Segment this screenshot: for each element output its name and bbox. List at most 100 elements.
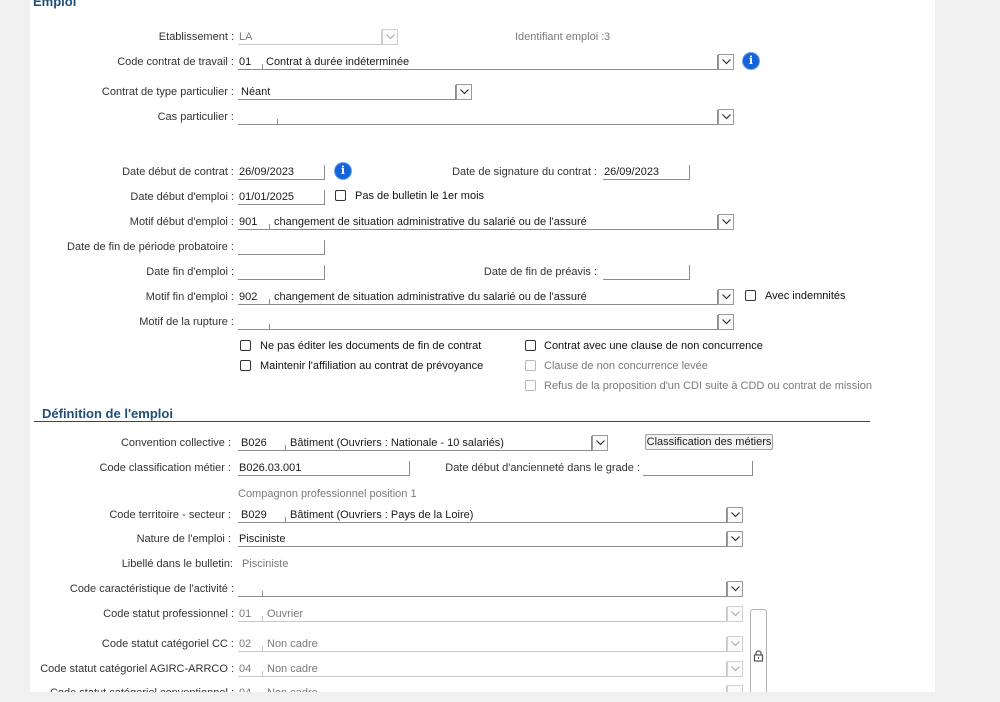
identifiant-emploi-label: Identifiant emploi : — [515, 31, 605, 43]
convention-field[interactable]: B026 Bâtiment (Ouvriers : Nationale - 10… — [238, 436, 592, 451]
chevron-down-icon — [722, 319, 731, 325]
chevron-down-icon — [731, 536, 740, 542]
pas-bulletin-checkbox[interactable] — [335, 190, 346, 201]
motif-debut-label: Motif début d'emploi : — [129, 216, 234, 228]
etablissement-dropdown[interactable] — [382, 29, 398, 45]
clause-non-concurrence-checkbox[interactable] — [525, 340, 536, 351]
motif-fin-label: Motif fin d'emploi : — [145, 291, 234, 303]
motif-debut-field[interactable]: 901 changement de situation administrati… — [238, 215, 718, 230]
libelle-value: Pisciniste — [242, 558, 289, 570]
ne-pas-editer-checkbox[interactable] — [240, 340, 251, 351]
pas-bulletin-label: Pas de bulletin le 1er mois — [355, 190, 485, 202]
ne-pas-editer-label: Ne pas éditer les documents de fin de co… — [260, 340, 482, 352]
code-activite-field[interactable] — [238, 582, 727, 597]
date-anciennete-label: Date début d'ancienneté dans le grade : — [445, 462, 640, 474]
date-fin-emploi-field[interactable] — [238, 265, 325, 280]
contrat-type-field[interactable]: Néant — [238, 85, 456, 100]
lock-icon — [753, 650, 764, 662]
code-activite-label: Code caractéristique de l'activité : — [69, 583, 234, 595]
lock-toggle[interactable] — [750, 609, 767, 699]
motif-fin-dropdown[interactable] — [718, 289, 734, 305]
cas-particulier-field[interactable] — [238, 110, 718, 125]
statut-cc-field[interactable]: 02 Non cadre — [238, 637, 727, 652]
territoire-dropdown[interactable] — [727, 507, 743, 523]
motif-debut-dropdown[interactable] — [718, 214, 734, 230]
identifiant-emploi-value: 3 — [604, 31, 611, 43]
statut-agirc-dropdown[interactable] — [727, 661, 743, 677]
clause-levee-checkbox[interactable] — [525, 360, 536, 371]
code-classification-label: Code classification métier : — [99, 462, 231, 474]
cas-particulier-dropdown[interactable] — [718, 109, 734, 125]
motif-rupture-field[interactable] — [238, 315, 718, 330]
convention-dropdown[interactable] — [592, 435, 608, 451]
statut-pro-label: Code statut professionnel : — [103, 608, 234, 620]
date-fin-probatoire-label: Date de fin de période probatoire : — [67, 241, 234, 253]
classification-metiers-button[interactable]: Classification des métiers — [645, 434, 773, 450]
contrat-type-dropdown[interactable] — [456, 84, 472, 100]
date-fin-emploi-label: Date fin d'emploi : — [146, 266, 234, 278]
convention-label: Convention collective : — [120, 437, 231, 449]
section-divider — [34, 421, 870, 422]
chevron-down-icon — [722, 219, 731, 225]
maintenir-affiliation-label: Maintenir l'affiliation au contrat de pr… — [260, 360, 484, 372]
statut-pro-dropdown[interactable] — [727, 606, 743, 622]
section-title-definition: Définition de l'emploi — [42, 406, 173, 421]
contrat-type-label: Contrat de type particulier : — [101, 86, 234, 98]
nature-emploi-dropdown[interactable] — [727, 531, 743, 547]
clause-levee-label: Clause de non concurrence levée — [544, 360, 708, 372]
date-fin-probatoire-field[interactable] — [238, 240, 325, 255]
bottom-strip — [0, 692, 1000, 702]
date-debut-emploi-label: Date début d'emploi : — [130, 191, 234, 203]
avec-indemnites-label: Avec indemnités — [765, 290, 846, 302]
info-icon[interactable]: i — [743, 53, 759, 69]
classification-description: Compagnon professionnel position 1 — [238, 488, 417, 500]
territoire-field[interactable]: B029 Bâtiment (Ouvriers : Pays de la Loi… — [238, 508, 727, 523]
chevron-down-icon — [722, 294, 731, 300]
code-activite-dropdown[interactable] — [727, 581, 743, 597]
code-contrat-label: Code contrat de travail : — [117, 56, 234, 68]
code-contrat-dropdown[interactable] — [718, 54, 734, 70]
date-anciennete-field[interactable] — [643, 461, 753, 476]
chevron-down-icon — [596, 440, 605, 446]
chevron-down-icon — [731, 512, 740, 518]
date-fin-preavis-field[interactable] — [603, 265, 690, 280]
date-signature-label: Date de signature du contrat : — [452, 166, 597, 178]
nature-emploi-label: Nature de l'emploi : — [136, 533, 231, 545]
refus-cdi-label: Refus de la proposition d'un CDI suite à… — [544, 380, 872, 392]
chevron-down-icon — [722, 59, 731, 65]
chevron-down-icon — [731, 666, 740, 672]
cas-particulier-label: Cas particulier : — [157, 111, 234, 123]
info-icon[interactable]: i — [335, 163, 351, 179]
chevron-down-icon — [386, 34, 395, 40]
chevron-down-icon — [731, 586, 740, 592]
territoire-label: Code territoire - secteur : — [109, 509, 231, 521]
motif-fin-field[interactable]: 902 changement de situation administrati… — [238, 290, 718, 305]
etablissement-field[interactable]: LA — [238, 30, 382, 45]
motif-rupture-label: Motif de la rupture : — [139, 316, 234, 328]
date-debut-contrat-field[interactable]: 26/09/2023 — [238, 165, 325, 180]
motif-rupture-dropdown[interactable] — [718, 314, 734, 330]
date-signature-field[interactable]: 26/09/2023 — [603, 165, 690, 180]
chevron-down-icon — [731, 611, 740, 617]
statut-cc-dropdown[interactable] — [727, 636, 743, 652]
nature-emploi-field[interactable]: Pisciniste — [238, 532, 727, 547]
refus-cdi-checkbox[interactable] — [525, 380, 536, 391]
statut-agirc-label: Code statut catégoriel AGIRC-ARRCO : — [40, 663, 234, 675]
date-debut-contrat-label: Date début de contrat : — [122, 166, 234, 178]
date-debut-emploi-field[interactable]: 01/01/2025 — [238, 190, 325, 205]
avec-indemnites-checkbox[interactable] — [745, 290, 756, 301]
etablissement-label: Etablissement : — [158, 31, 234, 43]
chevron-down-icon — [722, 114, 731, 120]
maintenir-affiliation-checkbox[interactable] — [240, 360, 251, 371]
section-title-emploi: Emploi — [33, 0, 77, 9]
clause-non-concurrence-label: Contrat avec une clause de non concurren… — [544, 340, 763, 352]
chevron-down-icon — [460, 89, 469, 95]
chevron-down-icon — [731, 641, 740, 647]
libelle-label: Libellé dans le bulletin: — [121, 558, 233, 570]
code-contrat-field[interactable]: 01 Contrat à durée indéterminée — [238, 55, 718, 70]
code-classification-field[interactable]: B026.03.001 — [238, 461, 410, 476]
statut-cc-label: Code statut catégoriel CC : — [101, 638, 234, 650]
statut-pro-field[interactable]: 01 Ouvrier — [238, 607, 727, 622]
date-fin-preavis-label: Date de fin de préavis : — [483, 266, 597, 278]
statut-agirc-field[interactable]: 04 Non cadre — [238, 662, 727, 677]
